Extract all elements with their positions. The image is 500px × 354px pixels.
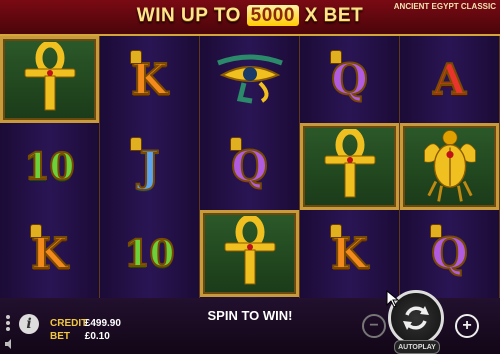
pharaoh-mask-icon bbox=[30, 224, 42, 238]
reel-4-cell-2 bbox=[300, 123, 399, 210]
reel-3: Q bbox=[200, 36, 300, 298]
credit-label: CREDIT bbox=[50, 318, 88, 329]
reel-1-cell-2: 10 bbox=[0, 123, 99, 210]
autoplay-button[interactable]: AUTOPLAY bbox=[394, 340, 440, 354]
reel-2-cell-3: 10 bbox=[100, 210, 199, 297]
scarab-icon bbox=[415, 122, 485, 212]
reel-3-cell-1 bbox=[200, 36, 299, 123]
ankh-icon bbox=[319, 127, 381, 204]
reel-5-cell-3: Q bbox=[400, 210, 499, 297]
symbol-a: A bbox=[432, 54, 467, 105]
increase-bet-button[interactable]: + bbox=[455, 314, 479, 338]
reel-2-cell-2: J bbox=[100, 123, 199, 210]
info-icon[interactable]: i bbox=[19, 314, 39, 334]
symbol-10: 10 bbox=[23, 145, 75, 189]
banner-prefix: WIN UP TO bbox=[136, 5, 241, 26]
bet-label: BET bbox=[50, 331, 70, 342]
decrease-bet-button[interactable]: − bbox=[362, 314, 386, 338]
pharaoh-mask-icon bbox=[430, 224, 442, 238]
top-banner: WIN UP TO 5000 X BET ANCIENT EGYPT CLASS… bbox=[0, 0, 500, 36]
pharaoh-mask-icon bbox=[330, 50, 342, 64]
spin-arrows-icon bbox=[403, 306, 429, 330]
symbol-j: J bbox=[139, 141, 161, 192]
control-bar: i CREDIT £499.90 BET £0.10 SPIN TO WIN! … bbox=[0, 290, 500, 354]
autoplay-label: AUTOPLAY bbox=[398, 343, 436, 351]
reel-5-cell-2 bbox=[400, 123, 499, 210]
reel-3-cell-2: Q bbox=[200, 123, 299, 210]
reel-2: K J 10 bbox=[100, 36, 200, 298]
menu-icon[interactable] bbox=[3, 314, 13, 332]
ankh-icon bbox=[19, 40, 81, 117]
banner-suffix: X BET bbox=[304, 5, 364, 26]
reel-3-cell-3 bbox=[200, 210, 299, 297]
credit-display: CREDIT £499.90 BET £0.10 bbox=[50, 318, 121, 342]
credit-value: £499.90 bbox=[84, 318, 121, 329]
game-title-logo: ANCIENT EGYPT CLASSIC bbox=[393, 2, 496, 11]
pharaoh-mask-icon bbox=[230, 137, 242, 151]
pharaoh-mask-icon bbox=[130, 50, 142, 64]
pharaoh-mask-icon bbox=[330, 224, 342, 238]
reel-1: 10 K bbox=[0, 36, 100, 298]
reel-4-cell-3: K bbox=[300, 210, 399, 297]
eye-of-horus-icon bbox=[212, 49, 288, 110]
reel-4-cell-1: Q bbox=[300, 36, 399, 123]
reels-area: 10 K K J 10 Q Q K A Q bbox=[0, 36, 500, 298]
symbol-10: 10 bbox=[123, 232, 175, 276]
sound-icon[interactable] bbox=[4, 338, 16, 350]
banner-multiplier: 5000 bbox=[246, 5, 299, 26]
reel-2-cell-1: K bbox=[100, 36, 199, 123]
pharaoh-mask-icon bbox=[130, 137, 142, 151]
ankh-icon bbox=[219, 214, 281, 291]
game-stage: WIN UP TO 5000 X BET ANCIENT EGYPT CLASS… bbox=[0, 0, 500, 354]
reel-4: QK bbox=[300, 36, 400, 298]
spin-message: SPIN TO WIN! bbox=[207, 308, 293, 323]
reel-1-cell-1 bbox=[0, 36, 99, 123]
reel-5: AQ bbox=[400, 36, 500, 298]
bet-value: £0.10 bbox=[84, 331, 110, 342]
mouse-cursor bbox=[386, 289, 400, 313]
reel-5-cell-1: A bbox=[400, 36, 499, 123]
reel-1-cell-3: K bbox=[0, 210, 99, 297]
